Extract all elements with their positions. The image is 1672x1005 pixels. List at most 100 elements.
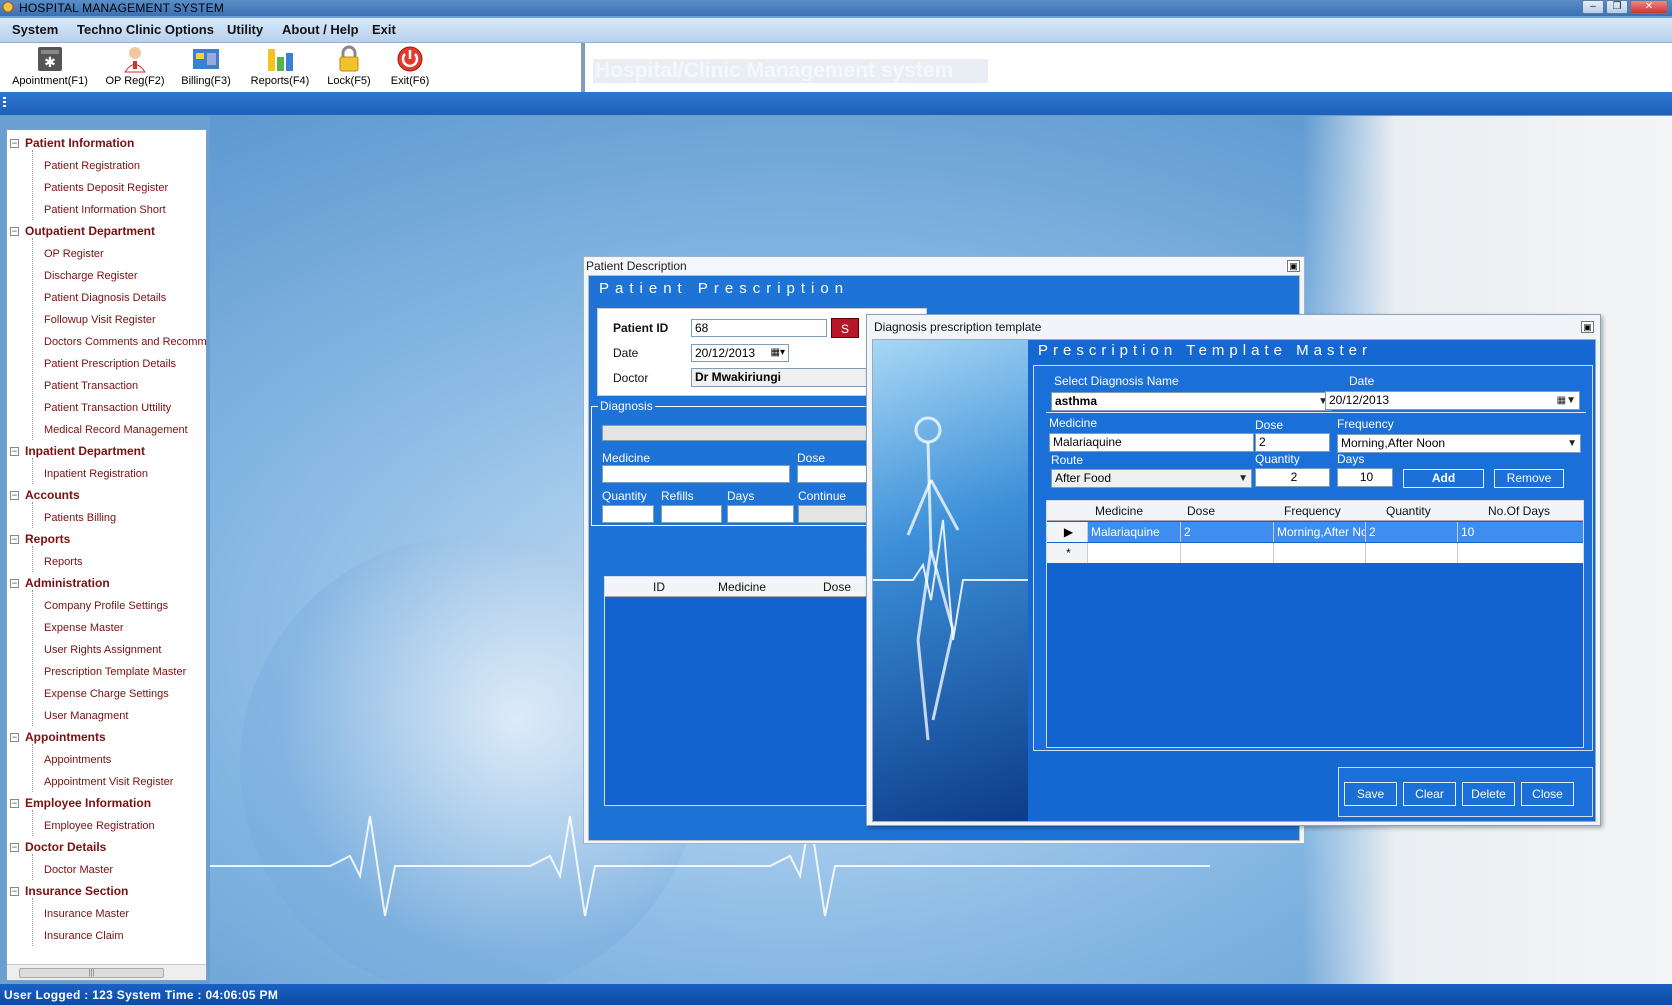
new-row-frequency-cell[interactable] [1274, 543, 1366, 563]
patient-description-close-icon[interactable]: ▣ [1287, 260, 1300, 272]
exit-button[interactable]: Exit(F6) [371, 45, 449, 87]
calendar-dropdown-icon[interactable]: ▦▼ [1557, 392, 1576, 409]
row-days-cell[interactable]: 10 [1458, 522, 1583, 542]
tree-collapse-icon[interactable]: − [10, 843, 19, 852]
tree-item[interactable]: Patient Prescription Details [44, 358, 176, 370]
tree-item[interactable]: Followup Visit Register [44, 314, 156, 326]
tree-item[interactable]: Expense Charge Settings [44, 688, 169, 700]
new-row-days-cell[interactable] [1458, 543, 1583, 563]
menu-system[interactable]: System [12, 22, 58, 37]
menu-utility[interactable]: Utility [227, 22, 263, 37]
new-row-quantity-cell[interactable] [1366, 543, 1458, 563]
row-selector-icon[interactable]: ▶ [1047, 522, 1088, 542]
close-form-button[interactable]: Close [1521, 782, 1574, 806]
new-row-medicine-cell[interactable] [1088, 543, 1181, 563]
tree-item[interactable]: Patients Billing [44, 512, 116, 524]
days-input[interactable] [727, 505, 794, 523]
template-date-picker[interactable]: 20/12/2013 ▦▼ [1325, 391, 1580, 410]
maximize-button[interactable]: ❐ [1606, 0, 1628, 14]
tree-group-employee-information[interactable]: Employee Information [25, 796, 151, 810]
row-frequency-cell[interactable]: Morning,After No... [1274, 522, 1366, 542]
tree-item[interactable]: Company Profile Settings [44, 600, 168, 612]
tree-collapse-icon[interactable]: − [10, 579, 19, 588]
tree-group-reports[interactable]: Reports [25, 532, 70, 546]
template-grid[interactable]: Medicine Dose Frequency Quantity No.Of D… [1046, 500, 1584, 748]
tree-collapse-icon[interactable]: − [10, 799, 19, 808]
tree-collapse-icon[interactable]: − [10, 227, 19, 236]
delete-button[interactable]: Delete [1462, 782, 1515, 806]
appointment-button[interactable]: ✱ Apointment(F1) [11, 45, 89, 87]
tree-group-accounts[interactable]: Accounts [25, 488, 80, 502]
tree-collapse-icon[interactable]: − [10, 447, 19, 456]
tree-item[interactable]: Reports [44, 556, 83, 568]
medicine-input[interactable] [602, 465, 790, 483]
new-row-dose-cell[interactable] [1181, 543, 1274, 563]
patient-id-input[interactable]: 68 [691, 319, 827, 337]
tree-item[interactable]: Insurance Claim [44, 930, 123, 942]
tree-item[interactable]: Patient Transaction Uttility [44, 402, 171, 414]
template-dose-input[interactable]: 2 [1255, 433, 1330, 452]
scrollbar-thumb[interactable]: ||| [19, 968, 164, 978]
tree-item[interactable]: Patient Information Short [44, 204, 166, 216]
tree-item[interactable]: Employee Registration [44, 820, 155, 832]
template-frequency-select[interactable]: Morning,After Noon ▼ [1337, 434, 1581, 453]
tree-collapse-icon[interactable]: − [10, 139, 19, 148]
tree-item[interactable]: Patient Registration [44, 160, 140, 172]
row-medicine-cell[interactable]: Malariaquine [1088, 522, 1181, 542]
tree-collapse-icon[interactable]: − [10, 733, 19, 742]
tree-item[interactable]: User Managment [44, 710, 128, 722]
tree-group-inpatient-department[interactable]: Inpatient Department [25, 444, 145, 458]
add-button[interactable]: Add [1403, 469, 1484, 488]
toolbar-grip[interactable] [3, 97, 6, 109]
template-days-input[interactable]: 10 [1337, 468, 1393, 487]
op-reg-button[interactable]: OP Reg(F2) [96, 45, 174, 87]
quantity-input[interactable] [602, 505, 654, 523]
tree-collapse-icon[interactable]: − [10, 887, 19, 896]
menu-about-help[interactable]: About / Help [282, 22, 359, 37]
tree-group-doctor-details[interactable]: Doctor Details [25, 840, 106, 854]
tree-item[interactable]: Patient Diagnosis Details [44, 292, 166, 304]
reports-button[interactable]: Reports(F4) [241, 45, 319, 87]
template-quantity-input[interactable]: 2 [1255, 468, 1330, 487]
tree-group-insurance-section[interactable]: Insurance Section [25, 884, 128, 898]
tree-collapse-icon[interactable]: − [10, 491, 19, 500]
tree-item[interactable]: Appointments [44, 754, 111, 766]
new-row[interactable]: * [1047, 543, 1583, 563]
menu-techno-clinic-options[interactable]: Techno Clinic Options [77, 22, 214, 37]
template-route-select[interactable]: After Food ▼ [1051, 469, 1252, 488]
minimize-button[interactable]: – [1582, 0, 1604, 14]
tree-group-appointments[interactable]: Appointments [25, 730, 106, 744]
tree-item[interactable]: Insurance Master [44, 908, 129, 920]
prescription-date-picker[interactable]: 20/12/2013 ▦▾ [691, 344, 789, 362]
menu-exit[interactable]: Exit [372, 22, 396, 37]
tree-item[interactable]: Discharge Register [44, 270, 138, 282]
tree-group-outpatient-department[interactable]: Outpatient Department [25, 224, 155, 238]
tree-item[interactable]: Prescription Template Master [44, 666, 186, 678]
template-medicine-input[interactable]: Malariaquine [1049, 433, 1254, 452]
tree-item[interactable]: Patient Transaction [44, 380, 138, 392]
tree-item[interactable]: Doctor Master [44, 864, 113, 876]
save-button[interactable]: Save [1344, 782, 1397, 806]
diagnosis-template-close-icon[interactable]: ▣ [1581, 321, 1594, 333]
billing-button[interactable]: Billing(F3) [167, 45, 245, 87]
close-button[interactable]: ✕ [1630, 0, 1668, 14]
row-quantity-cell[interactable]: 2 [1366, 522, 1458, 542]
remove-button[interactable]: Remove [1494, 469, 1564, 488]
search-patient-button[interactable]: S [831, 318, 859, 338]
tree-group-administration[interactable]: Administration [25, 576, 110, 590]
diagnosis-name-select[interactable]: asthma ▼ [1051, 392, 1332, 411]
tree-collapse-icon[interactable]: − [10, 535, 19, 544]
tree-item[interactable]: Patients Deposit Register [44, 182, 168, 194]
tree-item[interactable]: Medical Record Management [44, 424, 188, 436]
refills-input[interactable] [661, 505, 722, 523]
row-dose-cell[interactable]: 2 [1181, 522, 1274, 542]
calendar-dropdown-icon[interactable]: ▦▾ [771, 345, 785, 361]
tree-item[interactable]: Appointment Visit Register [44, 776, 173, 788]
tree-item[interactable]: Doctors Comments and Recommer [44, 336, 206, 348]
tree-horizontal-scrollbar[interactable]: ||| [7, 964, 206, 980]
tree-group-patient-information[interactable]: Patient Information [25, 136, 134, 150]
tree-item[interactable]: Inpatient Registration [44, 468, 148, 480]
tree-item[interactable]: Expense Master [44, 622, 123, 634]
table-row[interactable]: ▶ Malariaquine 2 Morning,After No... 2 1… [1047, 522, 1583, 542]
tree-item[interactable]: User Rights Assignment [44, 644, 161, 656]
